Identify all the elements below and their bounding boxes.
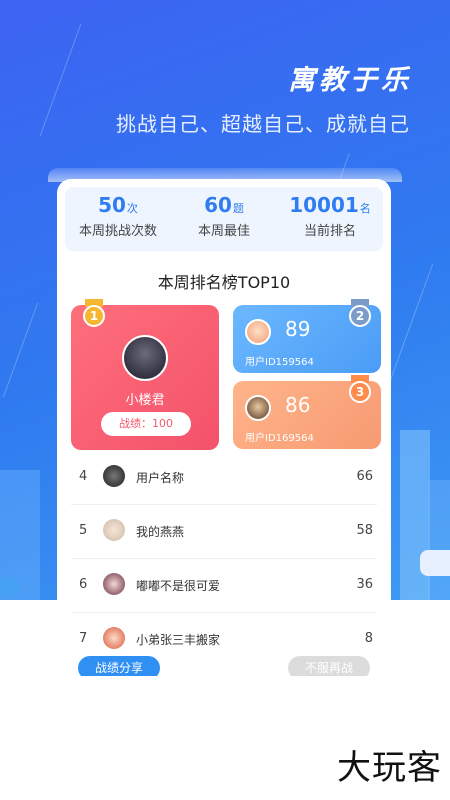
medal-rank: 3 — [349, 381, 371, 403]
rank-user-name: 用户名称 — [136, 471, 185, 485]
gold-medal-icon: 1 — [83, 299, 105, 327]
stat-value: 10001 — [289, 193, 359, 217]
side-decoration-right — [420, 550, 450, 576]
rain-streak — [39, 23, 82, 137]
rank-score: 8 — [364, 631, 373, 646]
list-item[interactable]: 6 嘟嘟不是很可爱 36 — [71, 559, 377, 613]
medal-rank: 2 — [349, 305, 371, 327]
rank-first-card[interactable]: 1 小楼君 战绩：100 — [71, 299, 219, 450]
third-score: 86 — [285, 393, 311, 417]
stat-unit: 次 — [126, 202, 138, 215]
rank-second-card[interactable]: 89 用户ID159564 2 — [233, 299, 381, 373]
rank-user-name: 嘟嘟不是很可爱 — [136, 579, 221, 593]
rank-third-card[interactable]: 86 用户ID169564 3 — [233, 375, 381, 449]
third-user-id: 用户ID169564 — [245, 433, 314, 444]
stat-value: 50 — [98, 193, 126, 217]
avatar — [245, 319, 271, 345]
brand-watermark: 大玩客 — [337, 748, 442, 788]
stat-label: 本周挑战次数 — [78, 224, 157, 239]
city-building — [428, 480, 450, 600]
rain-streak — [2, 302, 39, 398]
stat-weekly-challenges: 50次 本周挑战次数 — [65, 187, 171, 251]
stat-unit: 题 — [232, 202, 244, 215]
list-item[interactable]: 5 我的燕燕 58 — [71, 505, 377, 559]
stat-unit: 名 — [359, 202, 371, 215]
share-results-button[interactable]: 战绩分享 — [78, 656, 160, 676]
silver-medal-icon: 2 — [349, 299, 371, 327]
rank-number: 6 — [79, 577, 88, 592]
slogan-title: 寓教于乐 — [288, 65, 412, 96]
stat-value: 60 — [204, 193, 232, 217]
avatar — [245, 395, 271, 421]
stats-panel: 50次 本周挑战次数 60题 本周最佳 10001名 当前排名 — [65, 187, 383, 251]
second-score: 89 — [285, 317, 311, 341]
rank-score: 36 — [356, 577, 373, 592]
avatar — [122, 335, 168, 381]
avatar — [103, 627, 125, 649]
rank-number: 5 — [79, 523, 88, 538]
side-decoration-left — [0, 577, 20, 597]
rank-user-name: 小弟张三丰搬家 — [136, 633, 221, 647]
rank-score: 58 — [356, 523, 373, 538]
avatar — [103, 465, 125, 487]
list-item[interactable]: 4 用户名称 66 — [71, 451, 377, 505]
slogan-subtitle: 挑战自己、超越自己、成就自己 — [116, 112, 410, 136]
challenge-again-button[interactable]: 不服再战 — [288, 656, 370, 676]
first-user-name: 小楼君 — [125, 393, 165, 408]
rank-number: 7 — [79, 631, 88, 646]
rank-user-name: 我的燕燕 — [136, 525, 185, 539]
leaderboard-title: 本周排名榜TOP10 — [157, 273, 291, 292]
ranking-card: 50次 本周挑战次数 60题 本周最佳 10001名 当前排名 本周排名榜TOP… — [57, 179, 391, 676]
avatar — [103, 573, 125, 595]
bronze-medal-icon: 3 — [349, 375, 371, 403]
medal-rank: 1 — [83, 305, 105, 327]
rank-list: 4 用户名称 66 5 我的燕燕 58 6 嘟嘟不是很可爱 36 7 小弟张三丰… — [71, 451, 377, 667]
rank-score: 66 — [356, 469, 373, 484]
avatar — [103, 519, 125, 541]
stat-weekly-best: 60题 本周最佳 — [171, 187, 277, 251]
stat-label: 本周最佳 — [197, 224, 250, 239]
rain-streak — [387, 263, 434, 387]
rank-number: 4 — [79, 469, 88, 484]
stat-current-rank: 10001名 当前排名 — [277, 187, 383, 251]
stat-label: 当前排名 — [303, 224, 356, 239]
second-user-id: 用户ID159564 — [245, 357, 314, 368]
first-score-pill: 战绩：100 — [101, 412, 191, 436]
